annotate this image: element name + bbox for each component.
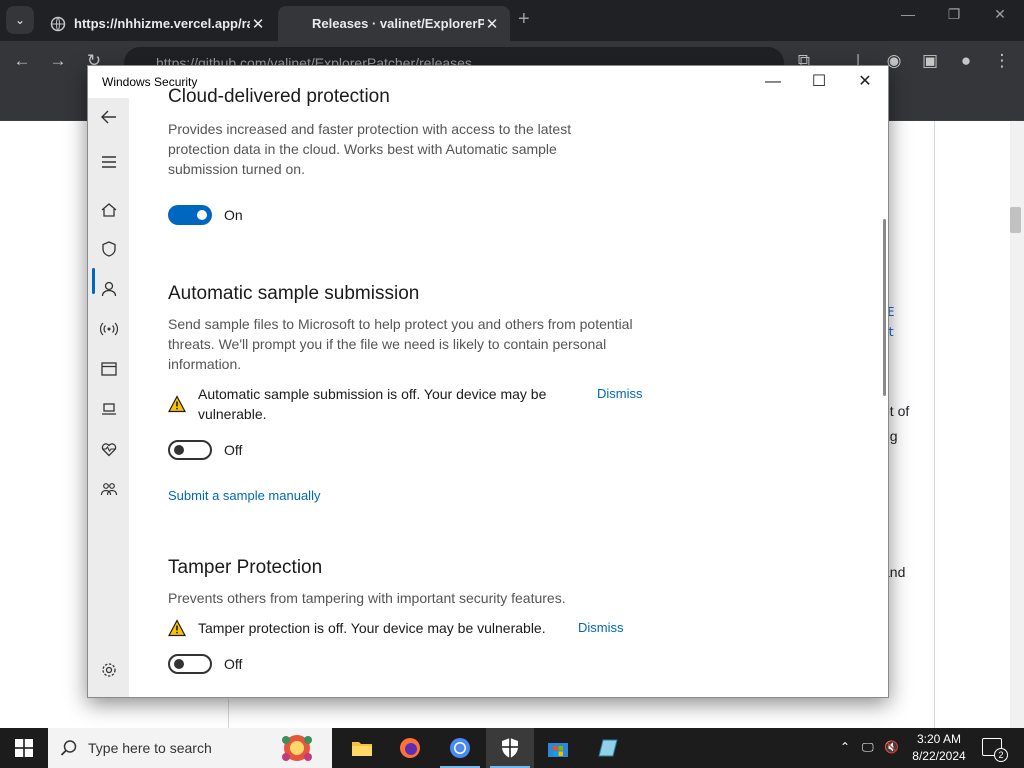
store-icon <box>548 743 568 757</box>
dismiss-sample-warning-link[interactable]: Dismiss <box>597 386 643 401</box>
back-arrow-icon[interactable] <box>96 104 122 130</box>
tamper-protection-toggle[interactable] <box>168 654 212 674</box>
hamburger-menu-icon[interactable] <box>96 149 122 175</box>
forward-icon[interactable]: → <box>46 51 70 71</box>
account-icon[interactable]: ● <box>954 51 978 71</box>
cloud-toggle-state: On <box>224 207 243 223</box>
tamper-toggle-state: Off <box>224 656 243 672</box>
app-browser-control-icon[interactable] <box>96 356 122 382</box>
tab-title: https://nhhizme.vercel.app/raw <box>74 16 250 31</box>
close-tab-icon[interactable]: ✕ <box>250 15 266 33</box>
sample-toggle-state: Off <box>224 442 243 458</box>
clock-time: 3:20 AM <box>916 732 962 746</box>
network-icon[interactable]: 🖵 <box>862 740 874 755</box>
browser-tab-releases[interactable]: Releases · valinet/ExplorerPatch ✕ <box>278 6 510 41</box>
tamper-protection-heading: Tamper Protection <box>168 557 323 578</box>
volume-muted-icon[interactable]: 🔇 <box>884 740 899 754</box>
browser-tab-raw[interactable]: https://nhhizme.vercel.app/raw ✕ <box>40 6 276 41</box>
device-security-icon[interactable] <box>96 396 122 422</box>
warning-icon <box>168 619 186 637</box>
globe-icon <box>50 16 66 31</box>
store-taskbar-icon[interactable] <box>534 728 582 768</box>
cloud-protection-description: Provides increased and faster protection… <box>168 121 572 177</box>
tamper-protection-description: Prevents others from tampering with impo… <box>168 590 566 606</box>
new-tab-button[interactable]: + <box>518 8 530 31</box>
tamper-warning-text: Tamper protection is off. Your device ma… <box>198 620 546 636</box>
cloud-protection-heading: Cloud-delivered protection <box>168 86 390 107</box>
settings-gear-icon[interactable] <box>96 657 122 683</box>
taskbar: Type here to search ⌃ 🖵 🔇 3:20 AM 8/22/2 <box>0 728 1024 768</box>
page-scrollbar-thumb[interactable] <box>1010 207 1021 233</box>
chrome-menu-icon[interactable]: ⋮ <box>990 51 1014 71</box>
start-button[interactable] <box>0 728 48 768</box>
notification-count-badge: 2 <box>994 748 1008 762</box>
submit-sample-manually-link[interactable]: Submit a sample manually <box>168 488 320 503</box>
cloud-protection-toggle[interactable] <box>168 205 212 225</box>
toggle-knob <box>197 210 207 220</box>
search-placeholder: Type here to search <box>88 740 212 756</box>
firewall-network-icon[interactable] <box>96 316 122 342</box>
windows-security-taskbar-icon[interactable] <box>486 728 534 768</box>
browser-restore-button[interactable]: ❐ <box>934 6 974 23</box>
browser-minimize-button[interactable]: — <box>888 6 928 22</box>
shield-icon[interactable] <box>96 236 122 262</box>
sample-submission-description: Send sample files to Microsoft to help p… <box>168 316 633 372</box>
system-clock[interactable]: 3:20 AM 8/22/2024 <box>906 731 972 765</box>
home-icon[interactable] <box>96 197 122 223</box>
back-icon[interactable]: ← <box>10 51 34 71</box>
navigation-rail <box>88 98 129 697</box>
sample-submission-toggle[interactable] <box>168 440 212 460</box>
show-hidden-icons-icon[interactable]: ⌃ <box>840 740 850 754</box>
github-icon <box>288 16 304 32</box>
side-panel-icon[interactable]: ▣ <box>918 51 942 71</box>
page-divider <box>228 699 229 728</box>
firefox-icon <box>400 738 420 758</box>
firefox-taskbar-icon[interactable] <box>386 728 434 768</box>
heart-pulse-icon[interactable] <box>96 436 122 462</box>
desktop: ⌄ https://nhhizme.vercel.app/raw ✕ Relea… <box>0 0 1024 768</box>
folder-icon <box>352 742 372 756</box>
toggle-knob <box>174 445 184 455</box>
tab-title: Releases · valinet/ExplorerPatch <box>312 16 484 31</box>
notepad-icon <box>598 739 618 757</box>
page-divider <box>934 121 935 728</box>
chrome-icon <box>450 738 470 758</box>
account-protection-icon[interactable] <box>96 276 122 302</box>
close-tab-icon[interactable]: ✕ <box>484 15 500 33</box>
search-icon <box>60 740 77 756</box>
file-explorer-taskbar-icon[interactable] <box>338 728 386 768</box>
taskbar-search-box[interactable]: Type here to search <box>48 728 332 768</box>
settings-content: Cloud-delivered protection Provides incr… <box>129 66 888 697</box>
browser-tab-strip: ⌄ https://nhhizme.vercel.app/raw ✕ Relea… <box>0 0 1024 41</box>
chrome-taskbar-icon[interactable] <box>436 728 484 768</box>
notification-center-icon[interactable]: 2 <box>982 738 1008 762</box>
active-nav-indicator <box>92 268 95 294</box>
content-scrollbar[interactable] <box>883 219 886 396</box>
warning-icon <box>168 395 186 413</box>
dismiss-tamper-warning-link[interactable]: Dismiss <box>578 620 624 635</box>
notepad-taskbar-icon[interactable] <box>584 728 632 768</box>
search-highlight-icon <box>282 735 312 761</box>
toggle-knob <box>174 659 184 669</box>
browser-close-button[interactable]: ✕ <box>980 6 1020 23</box>
sample-warning-text: Automatic sample submission is off. Your… <box>198 386 547 422</box>
tab-search-button[interactable]: ⌄ <box>6 6 34 34</box>
sample-submission-heading: Automatic sample submission <box>168 283 420 304</box>
shield-icon <box>502 738 518 758</box>
windows-logo-icon <box>15 739 33 757</box>
family-options-icon[interactable] <box>96 476 122 502</box>
windows-security-window: Windows Security — ☐ ✕ Cloud-delivered p… <box>87 65 889 698</box>
clock-date: 8/22/2024 <box>912 749 966 763</box>
